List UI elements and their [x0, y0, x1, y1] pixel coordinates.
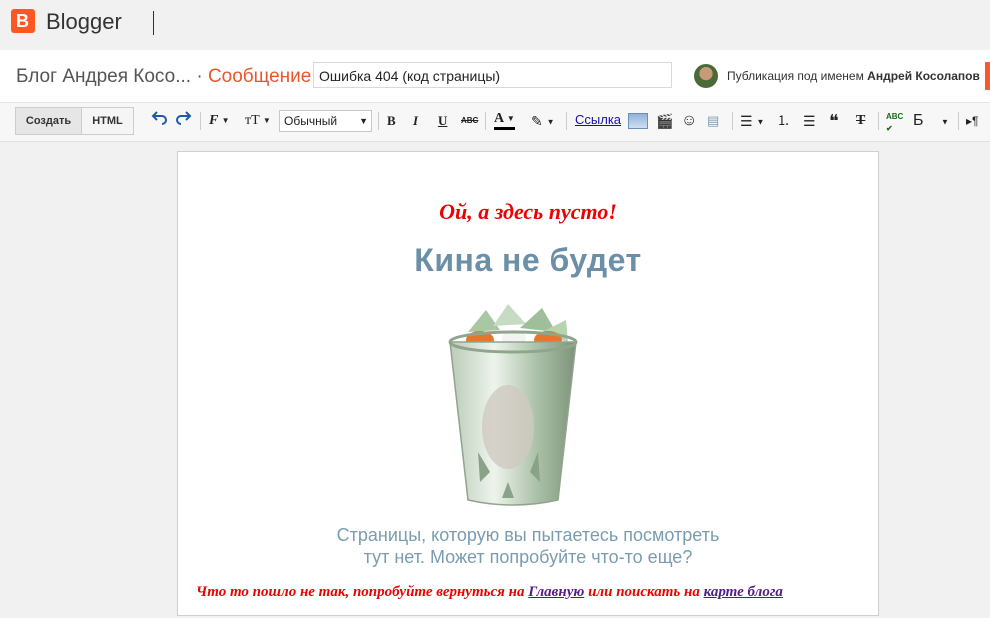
paragraph-format-select[interactable]: Обычный ▼ [279, 110, 372, 132]
top-bar: B Blogger [0, 0, 990, 48]
editor-toolbar: Создать HTML F ▼ тT ▼ Обычный ▼ B I U AB… [0, 102, 990, 142]
toolbar-divider [200, 112, 201, 130]
sitemap-link[interactable]: карте блога [704, 584, 783, 600]
author-name[interactable]: Андрей Косолапов [867, 69, 980, 83]
format-value: Обычный [284, 114, 338, 128]
post-header: Блог Андрея Косо... · Сообщение Ошибка 4… [0, 50, 990, 102]
publish-as-label: Публикация под именем [727, 69, 864, 83]
image-caption: Страницы, которую вы пытаетесь посмотрет… [178, 524, 878, 568]
image-title: Кина не будет [414, 242, 642, 278]
image-caption-line: тут нет. Может попробуйте что-то еще? [363, 547, 693, 567]
italic-icon[interactable]: I [413, 111, 418, 131]
redo-icon[interactable] [176, 111, 192, 131]
jump-break-icon[interactable]: ▤ [707, 111, 719, 131]
toolbar-divider [958, 112, 959, 130]
post-editor[interactable]: Ой, а здесь пусто! Кина не будет Страниц… [177, 151, 879, 616]
breadcrumb: Блог Андрея Косо... · Сообщение [16, 66, 311, 88]
publish-button[interactable] [985, 62, 990, 90]
chevron-down-icon[interactable]: ▼ [941, 111, 949, 131]
page-heading: Ой, а здесь пусто! [439, 199, 617, 224]
image-icon[interactable] [628, 113, 648, 129]
toolbar-divider [378, 112, 379, 130]
toolbar-divider [878, 112, 879, 130]
video-icon[interactable]: 🎬 [656, 111, 673, 131]
html-mode-button[interactable]: HTML [81, 107, 134, 135]
link-button[interactable]: Ссылка [575, 112, 621, 127]
home-link[interactable]: Главную [528, 584, 584, 600]
compose-mode-button[interactable]: Создать [15, 107, 82, 135]
toolbar-divider [732, 112, 733, 130]
chevron-down-icon: ▼ [359, 116, 368, 126]
blog-name[interactable]: Блог Андрея Косо... [16, 66, 191, 87]
highlight-color-icon[interactable]: ✎ ▼ [531, 111, 555, 131]
breadcrumb-separator: · [196, 66, 203, 87]
bold-icon[interactable]: B [387, 111, 396, 131]
emoji-icon[interactable]: ☺ [681, 111, 697, 131]
toolbar-divider [485, 112, 486, 130]
underline-icon[interactable]: U [438, 111, 447, 131]
numbered-list-icon[interactable]: ⒈ [777, 111, 790, 131]
font-family-icon[interactable]: F ▼ [209, 111, 230, 131]
divider [153, 11, 154, 35]
toolbar-divider [566, 112, 567, 130]
trash-bin-icon [448, 304, 578, 506]
quote-icon[interactable]: ❝ [829, 111, 839, 131]
avatar[interactable] [694, 64, 718, 88]
image-caption-line: Страницы, которую вы пытаетесь посмотрет… [336, 525, 720, 545]
bulleted-list-icon[interactable]: ☰ [803, 111, 816, 131]
text-direction-icon[interactable]: ▸¶ [966, 111, 978, 131]
publish-as: Публикация под именем Андрей Косолапов [727, 69, 980, 83]
clear-format-icon[interactable]: T [856, 111, 865, 131]
section-label: Сообщение [207, 66, 312, 87]
post-title-input[interactable]: Ошибка 404 (код страницы) [313, 62, 672, 88]
font-size-icon[interactable]: тT ▼ [245, 111, 271, 131]
help-text-middle: или поискать на [588, 584, 700, 600]
blogger-logo-icon[interactable]: B [11, 9, 35, 33]
input-language-icon[interactable]: Б [913, 111, 924, 131]
strikethrough-icon[interactable]: ABC [461, 111, 478, 131]
undo-icon[interactable] [151, 111, 167, 131]
align-icon[interactable]: ☰ ▼ [740, 111, 764, 131]
spellcheck-icon[interactable]: ABC ✔ [886, 111, 904, 133]
help-text-prefix: Что то пошло не так, попробуйте вернутьс… [196, 584, 525, 600]
brand-name[interactable]: Blogger [46, 9, 122, 35]
text-color-icon[interactable]: A ▼ [494, 111, 515, 130]
spellcheck-label: ABC [886, 112, 904, 121]
help-text: Что то пошло не так, попробуйте вернутьс… [196, 584, 783, 601]
